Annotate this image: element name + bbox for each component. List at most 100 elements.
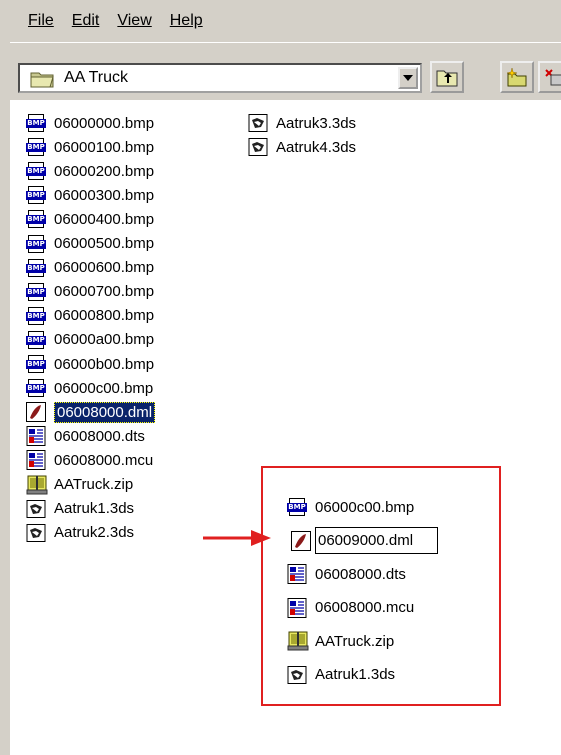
menu-file[interactable]: File <box>28 12 54 30</box>
file-name: 06000500.bmp <box>54 235 155 252</box>
file-name: 06008000.dts <box>54 427 145 445</box>
menu-bar: File Edit View Help <box>10 0 561 42</box>
dropdown-button[interactable] <box>398 67 418 89</box>
list-item[interactable]: BMP 06000b00.bmp <box>26 353 154 375</box>
file-name: Aatruk3.3ds <box>276 114 357 132</box>
up-folder-icon <box>436 70 458 87</box>
file-name: Aatruk4.3ds <box>276 138 357 156</box>
mcu-icon <box>287 597 311 618</box>
dml-icon <box>291 530 315 551</box>
bmp-icon: BMP <box>26 282 50 302</box>
chevron-down-icon <box>403 75 413 81</box>
arrow-icon <box>203 530 271 546</box>
zip-icon <box>287 631 311 651</box>
rename-field[interactable]: 06009000.dml <box>315 527 439 554</box>
file-name: 06000700.bmp <box>54 283 155 301</box>
list-item[interactable]: Aatruk4.3ds <box>248 136 356 158</box>
file-name: Aatruk1.3ds <box>315 666 396 683</box>
bmp-icon: BMP <box>26 354 50 374</box>
new-folder-icon <box>506 67 527 87</box>
bmp-icon: BMP <box>26 234 50 254</box>
bmp-icon: BMP <box>26 258 50 278</box>
file-manager-window: File Edit View Help AA Truck BMP 0600000… <box>0 0 561 755</box>
bmp-icon: BMP <box>26 330 50 350</box>
delete-icon <box>545 69 561 86</box>
file-name: AATruck.zip <box>315 632 395 650</box>
list-item[interactable]: BMP 06000300.bmp <box>26 184 154 206</box>
address-combobox[interactable]: AA Truck <box>18 63 422 93</box>
list-item[interactable]: BMP 06000400.bmp <box>26 208 154 230</box>
3ds-icon <box>26 523 50 543</box>
menu-view-label: View <box>117 12 152 29</box>
delete-button[interactable] <box>538 61 561 93</box>
dts-icon <box>287 564 311 584</box>
file-name: 06008000.mcu <box>315 599 415 616</box>
3ds-icon <box>26 499 50 519</box>
list-item[interactable]: BMP 06000200.bmp <box>26 160 154 182</box>
file-name: 06000b00.bmp <box>54 355 155 373</box>
list-item[interactable]: Aatruk2.3ds <box>26 522 134 544</box>
inset-list-item: AATruck.zip <box>287 630 394 652</box>
list-item[interactable]: BMP 06000100.bmp <box>26 136 154 158</box>
list-item[interactable]: 06008000.dml <box>26 401 156 423</box>
file-name: 06000c00.bmp <box>315 498 415 516</box>
inset-list-item: BMP 06000c00.bmp <box>287 496 414 518</box>
list-item[interactable]: 06008000.dts <box>26 425 145 447</box>
list-item[interactable]: BMP 06000700.bmp <box>26 281 154 303</box>
list-item[interactable]: BMP 06000a00.bmp <box>26 329 154 351</box>
list-item[interactable]: BMP 06000800.bmp <box>26 305 154 327</box>
toolbar: AA Truck <box>10 42 561 101</box>
bmp-icon: BMP <box>26 137 50 157</box>
inset-list-item: 06008000.mcu <box>287 597 414 619</box>
file-name: 06000200.bmp <box>54 162 155 180</box>
bmp-icon: BMP <box>26 306 50 326</box>
file-name: Aatruk2.3ds <box>54 524 135 542</box>
bmp-icon: BMP <box>26 161 50 181</box>
list-item[interactable]: AATruck.zip <box>26 474 133 496</box>
bmp-icon: BMP <box>26 209 50 229</box>
file-name: AATruck.zip <box>54 476 134 493</box>
file-name: 06000000.bmp <box>54 114 155 132</box>
highlight-box: BMP 06000c00.bmp 06009000.dml 06008000.dts 0… <box>261 466 501 706</box>
3ds-icon <box>248 113 272 133</box>
file-name: 06008000.dts <box>315 565 406 583</box>
file-name: 06000100.bmp <box>54 138 155 156</box>
file-name: 06008000.dml <box>54 401 156 423</box>
new-folder-button[interactable] <box>500 61 534 93</box>
menu-help-label: Help <box>169 12 203 29</box>
bmp-icon: BMP <box>26 113 50 133</box>
bmp-icon: BMP <box>26 378 50 398</box>
file-name: 06000c00.bmp <box>54 379 154 397</box>
list-item[interactable]: BMP 06000600.bmp <box>26 257 154 279</box>
menu-view[interactable]: View <box>117 12 151 30</box>
file-name: 06000800.bmp <box>54 307 155 325</box>
bmp-icon: BMP <box>26 185 50 205</box>
file-name: 06000400.bmp <box>54 210 155 228</box>
list-item[interactable]: BMP 06000500.bmp <box>26 233 154 255</box>
address-text: AA Truck <box>64 69 129 86</box>
file-name: 06000a00.bmp <box>54 331 155 349</box>
folder-icon <box>30 72 54 88</box>
file-name: 06000300.bmp <box>54 186 155 204</box>
3ds-icon <box>248 137 272 157</box>
list-item[interactable]: BMP 06000000.bmp <box>26 112 154 134</box>
file-name: 06008000.mcu <box>54 451 154 469</box>
list-item[interactable]: Aatruk1.3ds <box>26 498 134 520</box>
list-item[interactable]: BMP 06000c00.bmp <box>26 377 153 399</box>
dml-icon <box>26 402 50 423</box>
mcu-icon <box>26 450 50 471</box>
3ds-icon <box>287 665 311 685</box>
menu-edit-label: Edit <box>71 12 100 29</box>
menu-help[interactable]: Help <box>170 12 203 30</box>
inset-list-item: 06008000.dts <box>287 563 406 585</box>
inset-list-item: Aatruk1.3ds <box>287 664 395 686</box>
menu-edit[interactable]: Edit <box>72 12 100 30</box>
file-name: 06000600.bmp <box>54 259 155 277</box>
file-name: Aatruk1.3ds <box>54 500 135 518</box>
zip-icon <box>26 475 50 495</box>
inset-list-item: 06009000.dml <box>291 527 439 554</box>
dts-icon <box>26 426 50 447</box>
up-one-level-button[interactable] <box>430 61 464 93</box>
list-item[interactable]: 06008000.mcu <box>26 449 153 471</box>
list-item[interactable]: Aatruk3.3ds <box>248 112 356 134</box>
